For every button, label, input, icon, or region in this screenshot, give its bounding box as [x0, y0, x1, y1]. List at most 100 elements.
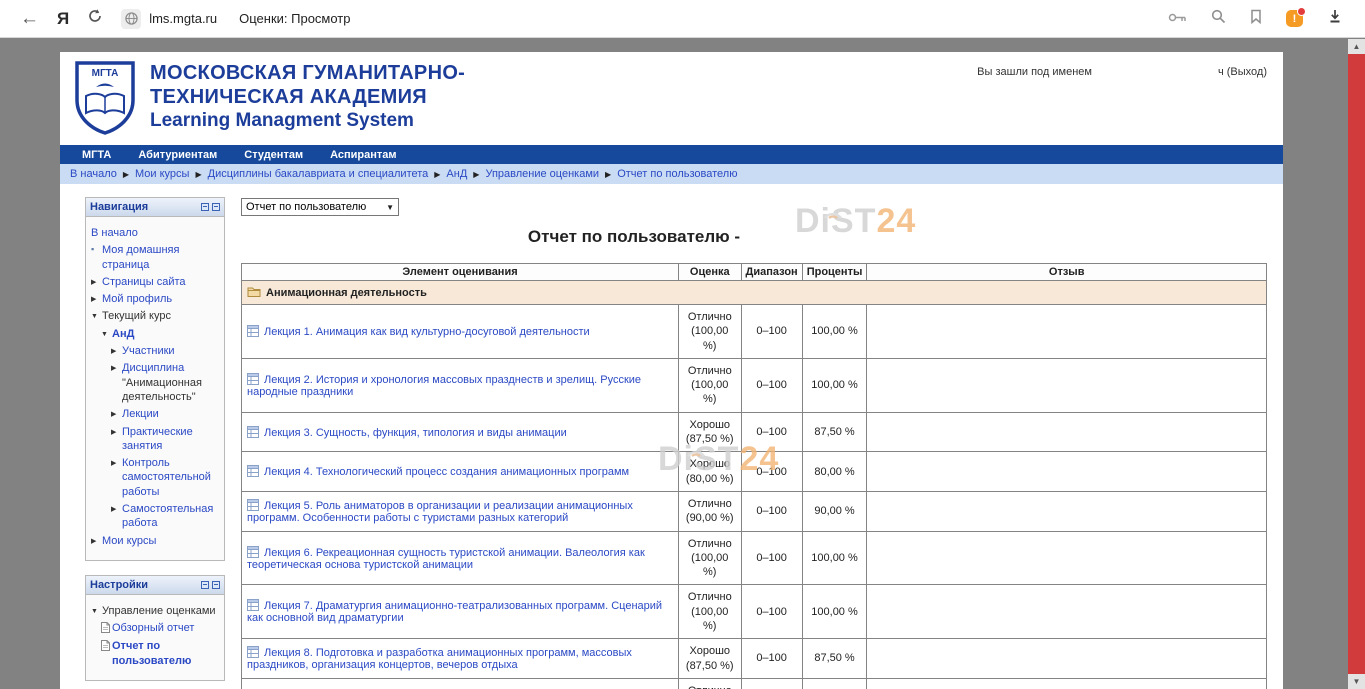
navigation-item[interactable]: ▶Мой профиль [91, 292, 221, 306]
tree-collapsed-icon[interactable]: ▶ [111, 361, 122, 404]
grade-item-row: Лекция 5. Роль аниматоров в организации … [242, 491, 1267, 531]
navigation-item[interactable]: ▶Лекции [91, 407, 221, 421]
scroll-up-button[interactable]: ▲ [1348, 39, 1365, 54]
key-icon[interactable] [1168, 10, 1187, 28]
navigation-item[interactable]: ▶Мои курсы [91, 534, 221, 548]
grade-item-row: Лекция 2. История и хронология массовых … [242, 358, 1267, 412]
column-header: Элемент оценивания [242, 264, 679, 281]
navigation-item[interactable]: ▼Текущий курс [91, 309, 221, 323]
notifications-icon[interactable]: ! [1286, 10, 1303, 27]
grade-item-link[interactable]: Лекция 8. Подготовка и разработка анимац… [247, 647, 632, 671]
feedback-cell [867, 639, 1267, 679]
top-nav-item[interactable]: Студентам [244, 149, 303, 161]
grade-item-link[interactable]: Лекция 1. Анимация как вид культурно-дос… [264, 326, 590, 338]
grade-item-link[interactable]: Лекция 4. Технологический процесс создан… [264, 466, 629, 478]
lesson-icon [247, 426, 259, 438]
vertical-scrollbar[interactable]: ▲ ▼ [1348, 39, 1365, 689]
navigation-item[interactable]: ▶Контроль самостоятельной работы [91, 456, 221, 499]
grade-item-link[interactable]: Лекция 7. Драматургия анимационно-театра… [247, 600, 662, 624]
scroll-down-button[interactable]: ▼ [1348, 674, 1365, 689]
block-dock-icon[interactable] [212, 581, 220, 589]
navigation-item[interactable]: ▶Самостоятельная работа [91, 502, 221, 531]
settings-item[interactable]: Отчет по пользователю [91, 639, 221, 668]
search-icon[interactable] [1211, 9, 1226, 29]
report-type-select[interactable]: Отчет по пользователю ▼ [241, 198, 399, 216]
back-button[interactable]: ← [20, 8, 39, 30]
navigation-item-label: Моя домашняя страница [102, 243, 221, 272]
breadcrumb-link[interactable]: Мои курсы [135, 168, 189, 180]
yandex-browser-icon[interactable]: Я [57, 9, 69, 29]
item-name-cell: Лекция 6. Рекреационная сущность туристс… [242, 531, 679, 585]
grade-item-link[interactable]: Лекция 2. История и хронология массовых … [247, 374, 641, 398]
grade-cell: Хорошо(80,00 %) [679, 452, 742, 492]
grade-cell: Отлично(100,00 %) [679, 531, 742, 585]
tree-collapsed-icon[interactable]: ▶ [111, 425, 122, 454]
logged-in-label: Вы зашли под именем [977, 66, 1092, 78]
tree-collapsed-icon[interactable]: ▶ [111, 456, 122, 499]
breadcrumb-link[interactable]: Управление оценками [485, 168, 599, 180]
lesson-icon [247, 646, 259, 658]
academy-logo[interactable]: МГТА [74, 60, 136, 141]
settings-block: Настройки ▼Управление оценкамиОбзорный о… [85, 575, 225, 681]
navigation-item[interactable]: ▼АнД [91, 327, 221, 341]
tree-expanded-icon[interactable]: ▼ [91, 309, 102, 323]
percent-cell: 87,50 % [802, 412, 867, 452]
top-nav-item[interactable]: Абитуриентам [138, 149, 217, 161]
item-name-cell: Лекция 2. История и хронология массовых … [242, 358, 679, 412]
navigation-item[interactable]: ▶Дисциплина "Анимационная деятельность" [91, 361, 221, 404]
tree-collapsed-icon[interactable]: ▶ [91, 292, 102, 306]
percent-cell: 100,00 % [802, 585, 867, 639]
block-collapse-icon[interactable] [201, 581, 209, 589]
grade-item-link[interactable]: Лекция 3. Сущность, функция, типология и… [264, 427, 567, 439]
logout-link[interactable]: ч (Выход) [1218, 66, 1267, 78]
report-page-icon [101, 621, 112, 636]
tree-expanded-icon[interactable]: ▼ [91, 604, 102, 618]
bookmark-icon[interactable] [1250, 9, 1262, 29]
tree-expanded-icon[interactable]: ▼ [101, 327, 112, 341]
grade-item-link[interactable]: Лекция 6. Рекреационная сущность туристс… [247, 547, 645, 571]
column-header: Оценка [679, 264, 742, 281]
block-dock-icon[interactable] [212, 203, 220, 211]
tree-collapsed-icon[interactable]: ▶ [111, 344, 122, 358]
feedback-cell [867, 305, 1267, 359]
settings-item[interactable]: ▼Управление оценками [91, 604, 221, 618]
tree-collapsed-icon[interactable]: ▶ [111, 407, 122, 421]
lesson-icon [247, 546, 259, 558]
item-name-cell: Лекция 3. Сущность, функция, типология и… [242, 412, 679, 452]
url-text[interactable]: lms.mgta.ru [149, 11, 217, 26]
grade-cell: Отлично(100,00 %) [679, 678, 742, 689]
screen: ← Я lms.mgta.ru Оценки: Просмотр ! [0, 0, 1365, 689]
item-name-cell: Лекция 5. Роль аниматоров в организации … [242, 491, 679, 531]
navigation-item[interactable]: ▪Моя домашняя страница [91, 243, 221, 272]
navigation-item-label: Самостоятельная работа [122, 502, 221, 531]
navigation-item[interactable]: ▶Участники [91, 344, 221, 358]
block-collapse-icon[interactable] [201, 203, 209, 211]
navigation-item[interactable]: ▶Страницы сайта [91, 275, 221, 289]
tree-collapsed-icon[interactable]: ▶ [91, 275, 102, 289]
tree-collapsed-icon[interactable]: ▶ [91, 534, 102, 548]
column-header: Проценты [802, 264, 867, 281]
lesson-icon [247, 325, 259, 337]
navigation-block-title: Навигация [90, 201, 148, 213]
navigation-item[interactable]: В начало [91, 226, 221, 240]
navigation-item-label: Контроль самостоятельной работы [122, 456, 221, 499]
breadcrumb-link[interactable]: Дисциплины бакалавриата и специалитета [208, 168, 429, 180]
breadcrumb-link[interactable]: АнД [446, 168, 467, 180]
grade-item-link[interactable]: Лекция 5. Роль аниматоров в организации … [247, 500, 633, 524]
breadcrumb-link[interactable]: Отчет по пользователю [617, 168, 737, 180]
item-name-cell: Лекция 1. Анимация как вид культурно-дос… [242, 305, 679, 359]
refresh-icon[interactable] [87, 8, 103, 29]
address-bar[interactable]: lms.mgta.ru Оценки: Просмотр [121, 9, 350, 29]
tree-collapsed-icon[interactable]: ▶ [111, 502, 122, 531]
top-nav-item[interactable]: МГТА [82, 149, 111, 161]
item-name-cell: Лекция 8. Подготовка и разработка анимац… [242, 639, 679, 679]
settings-item-label: Обзорный отчет [112, 621, 221, 636]
top-nav-item[interactable]: Аспирантам [330, 149, 396, 161]
feedback-cell [867, 452, 1267, 492]
chevron-down-icon: ▼ [386, 203, 394, 212]
settings-item-label: Управление оценками [102, 604, 221, 618]
download-icon[interactable] [1327, 8, 1343, 29]
settings-item[interactable]: Обзорный отчет [91, 621, 221, 636]
breadcrumb-link[interactable]: В начало [70, 168, 117, 180]
navigation-item[interactable]: ▶Практические занятия [91, 425, 221, 454]
